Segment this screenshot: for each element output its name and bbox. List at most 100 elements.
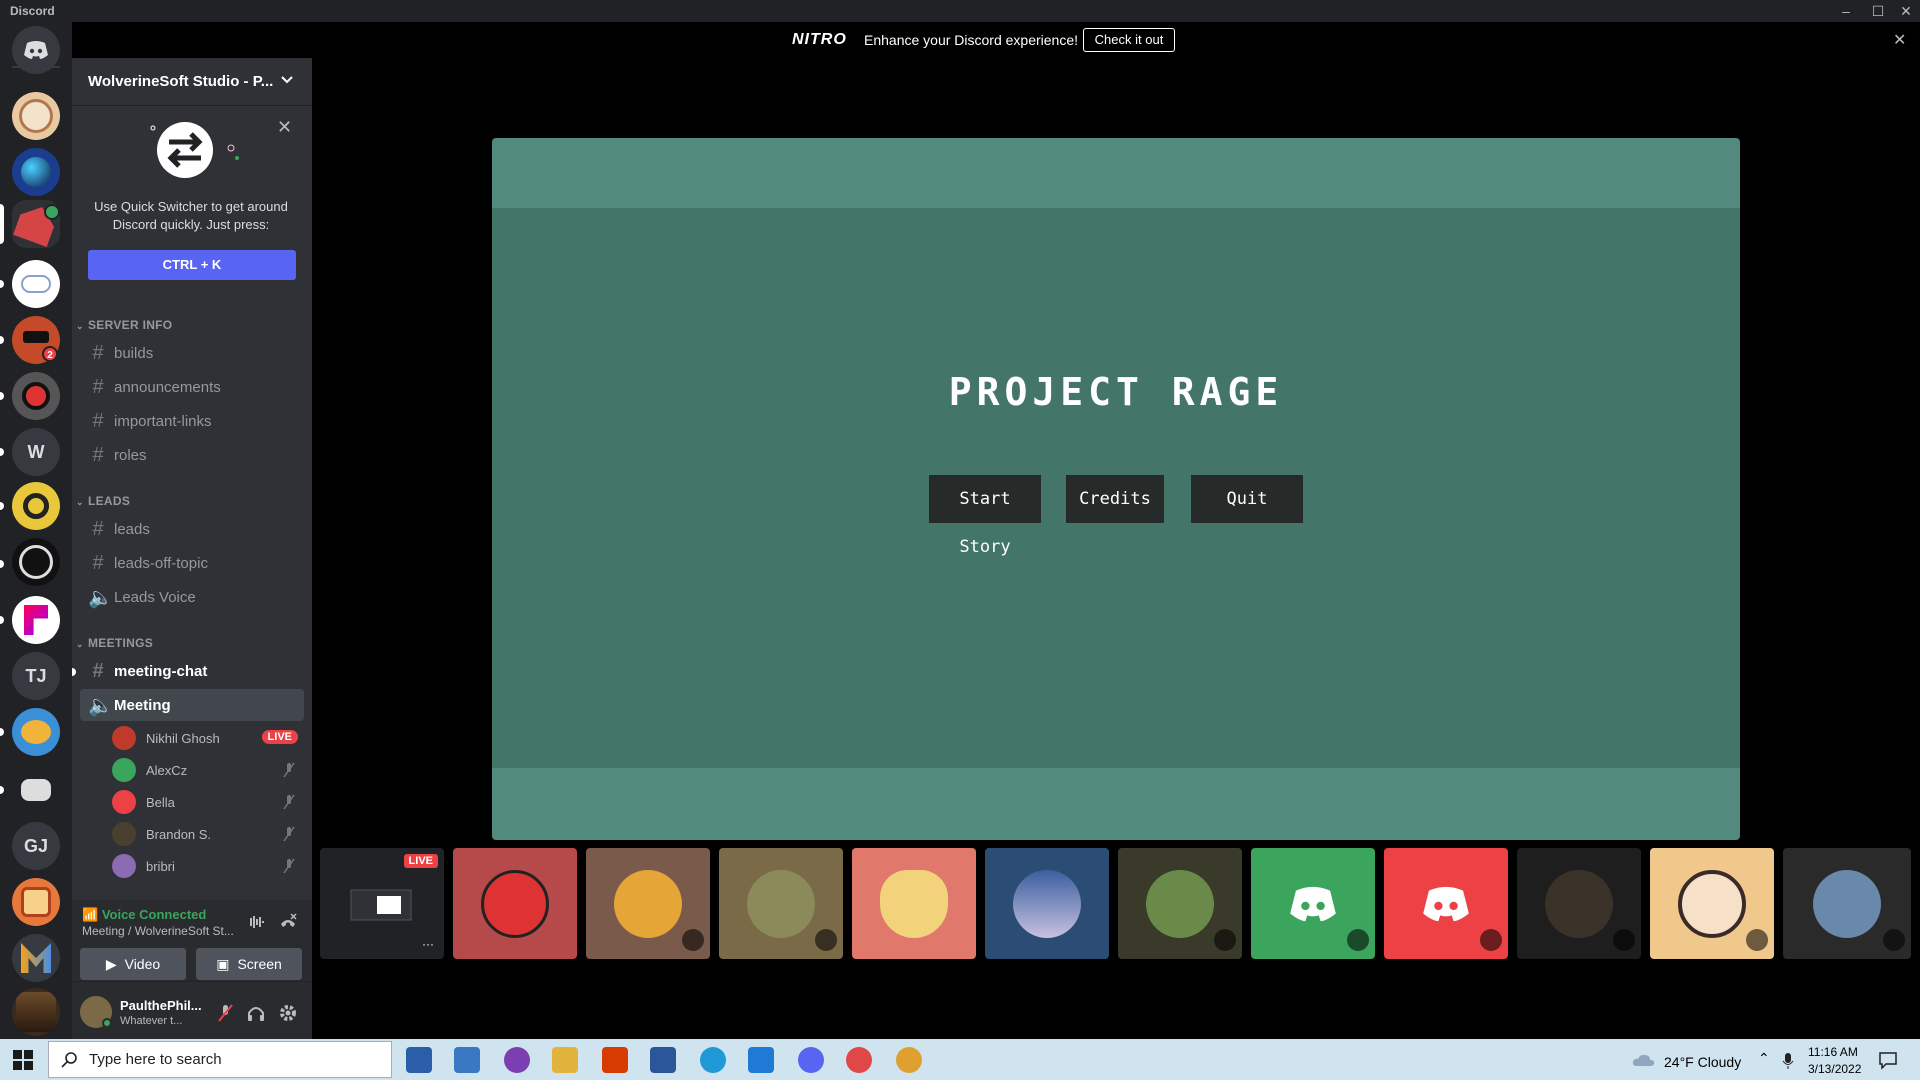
participant-tile[interactable] bbox=[1783, 848, 1911, 959]
window-titlebar: Discord – ☐ ✕ bbox=[0, 0, 1920, 22]
stream-preview-icon bbox=[350, 889, 412, 920]
participant-tile[interactable] bbox=[1384, 848, 1508, 959]
video-button[interactable]: ▶ Video bbox=[80, 948, 186, 980]
windows-start-icon[interactable] bbox=[12, 1049, 34, 1071]
microsoft-store-icon[interactable] bbox=[406, 1047, 432, 1073]
server-icon[interactable] bbox=[12, 372, 60, 420]
chevron-down-icon: ⌄ bbox=[76, 639, 84, 649]
participant-tile[interactable] bbox=[1251, 848, 1375, 959]
participant-tile[interactable] bbox=[1650, 848, 1774, 959]
server-icon[interactable] bbox=[12, 260, 60, 308]
channel-announcements[interactable]: # announcements bbox=[80, 371, 304, 403]
server-icon[interactable] bbox=[12, 538, 60, 586]
notifications-icon[interactable] bbox=[1878, 1050, 1898, 1070]
mute-mic-icon[interactable] bbox=[216, 1003, 234, 1023]
voice-channel-leads-voice[interactable]: 🔈 Leads Voice bbox=[80, 581, 304, 613]
avatar bbox=[1146, 869, 1214, 938]
channel-meeting-chat[interactable]: # meeting-chat bbox=[80, 655, 304, 687]
nitro-text: Enhance your Discord experience! bbox=[864, 32, 1079, 48]
discord-taskbar-icon[interactable] bbox=[798, 1047, 824, 1073]
participant-tile[interactable] bbox=[1517, 848, 1641, 959]
server-icon-gj[interactable]: GJ bbox=[12, 822, 60, 870]
server-icon[interactable] bbox=[12, 766, 60, 814]
weather-text[interactable]: 24°F Cloudy bbox=[1664, 1054, 1741, 1070]
voice-channel-meeting[interactable]: 🔈 Meeting bbox=[80, 689, 304, 721]
speaker-icon: 🔈 bbox=[88, 586, 113, 609]
server-icon-tj[interactable]: TJ bbox=[12, 652, 60, 700]
quick-switcher-shortcut-button[interactable]: CTRL + K bbox=[88, 250, 296, 280]
participant-tile-stream[interactable]: LIVE ··· bbox=[320, 848, 444, 959]
participant-tile[interactable] bbox=[453, 848, 577, 959]
more-icon[interactable]: ··· bbox=[422, 937, 434, 951]
chrome-icon[interactable] bbox=[896, 1047, 922, 1073]
channel-roles[interactable]: # roles bbox=[80, 439, 304, 471]
edge-icon[interactable] bbox=[700, 1047, 726, 1073]
guild-header[interactable]: WolverineSoft Studio - P... bbox=[72, 58, 312, 106]
participant-tile[interactable] bbox=[719, 848, 843, 959]
server-icon[interactable] bbox=[12, 934, 60, 982]
avatar bbox=[747, 869, 815, 938]
clock-time[interactable]: 11:16 AM bbox=[1808, 1045, 1858, 1059]
server-icon[interactable] bbox=[12, 596, 60, 644]
text-channel-icon: # bbox=[92, 375, 104, 398]
gear-icon[interactable] bbox=[278, 1003, 298, 1023]
category-leads[interactable]: ⌄ LEADS bbox=[76, 494, 130, 508]
avatar bbox=[112, 790, 136, 814]
server-icon[interactable] bbox=[12, 92, 60, 140]
channel-important-links[interactable]: # important-links bbox=[80, 405, 304, 437]
voice-indicator-icon bbox=[44, 204, 60, 220]
start-story-button[interactable]: Start Story bbox=[929, 475, 1041, 557]
office-icon[interactable] bbox=[602, 1047, 628, 1073]
headphones-icon[interactable] bbox=[246, 1003, 266, 1023]
voice-user[interactable]: Brandon S. bbox=[112, 820, 304, 848]
category-meetings[interactable]: ⌄ MEETINGS bbox=[76, 636, 153, 650]
voice-channel-path[interactable]: Meeting / WolverineSoft St... bbox=[82, 924, 234, 938]
vscode-icon[interactable] bbox=[748, 1047, 774, 1073]
participant-tile[interactable] bbox=[852, 848, 976, 959]
chevron-up-icon[interactable]: ⌃ bbox=[1758, 1050, 1770, 1067]
nitro-logo: NITRO bbox=[792, 31, 847, 48]
stream-video[interactable]: PROJECT RAGE Start Story Credits Quit bbox=[492, 138, 1740, 840]
file-explorer-icon[interactable] bbox=[552, 1047, 578, 1073]
channel-builds[interactable]: # builds bbox=[80, 337, 304, 369]
server-icon[interactable] bbox=[12, 878, 60, 926]
server-icon[interactable] bbox=[12, 988, 60, 1036]
minimize-button[interactable]: – bbox=[1832, 1, 1860, 21]
maximize-button[interactable]: ☐ bbox=[1864, 1, 1892, 21]
word-icon[interactable] bbox=[650, 1047, 676, 1073]
signal-icon: 📶 bbox=[82, 907, 99, 922]
participant-tile[interactable] bbox=[985, 848, 1109, 959]
close-banner-icon[interactable]: ✕ bbox=[1893, 30, 1906, 50]
server-icon[interactable] bbox=[12, 708, 60, 756]
noise-suppression-icon[interactable] bbox=[246, 914, 264, 930]
voice-user[interactable]: Nikhil Ghosh LIVE bbox=[112, 724, 304, 752]
text-channel-icon: # bbox=[92, 409, 104, 432]
mail-icon[interactable] bbox=[454, 1047, 480, 1073]
server-icon[interactable] bbox=[12, 148, 60, 196]
screen-share-button[interactable]: ▣ Screen bbox=[196, 948, 302, 980]
channel-leads[interactable]: # leads bbox=[80, 513, 304, 545]
check-it-out-button[interactable]: Check it out bbox=[1083, 28, 1175, 52]
credits-button[interactable]: Credits bbox=[1066, 475, 1164, 523]
avatar bbox=[880, 869, 948, 938]
participant-tile[interactable] bbox=[586, 848, 710, 959]
app-icon[interactable] bbox=[846, 1047, 872, 1073]
microphone-icon[interactable] bbox=[1782, 1052, 1794, 1070]
participant-tile[interactable] bbox=[1118, 848, 1242, 959]
taskbar-search-input[interactable]: Type here to search bbox=[48, 1041, 392, 1078]
voice-connected-status[interactable]: 📶 Voice Connected bbox=[82, 907, 206, 923]
category-server-info[interactable]: ⌄ SERVER INFO bbox=[76, 318, 172, 332]
quit-button[interactable]: Quit bbox=[1191, 475, 1303, 523]
clock-date[interactable]: 3/13/2022 bbox=[1808, 1062, 1861, 1076]
close-window-button[interactable]: ✕ bbox=[1892, 1, 1920, 21]
server-icon-w[interactable]: W bbox=[12, 428, 60, 476]
channel-leads-off-topic[interactable]: # leads-off-topic bbox=[80, 547, 304, 579]
voice-user[interactable]: Bella bbox=[112, 788, 304, 816]
close-icon[interactable]: ✕ bbox=[277, 117, 292, 138]
disconnect-icon[interactable] bbox=[278, 912, 298, 932]
voice-user[interactable]: AlexCz bbox=[112, 756, 304, 784]
voice-user[interactable]: bribri bbox=[112, 852, 304, 880]
avatar bbox=[1678, 869, 1746, 938]
github-desktop-icon[interactable] bbox=[504, 1047, 530, 1073]
server-icon[interactable] bbox=[12, 482, 60, 530]
